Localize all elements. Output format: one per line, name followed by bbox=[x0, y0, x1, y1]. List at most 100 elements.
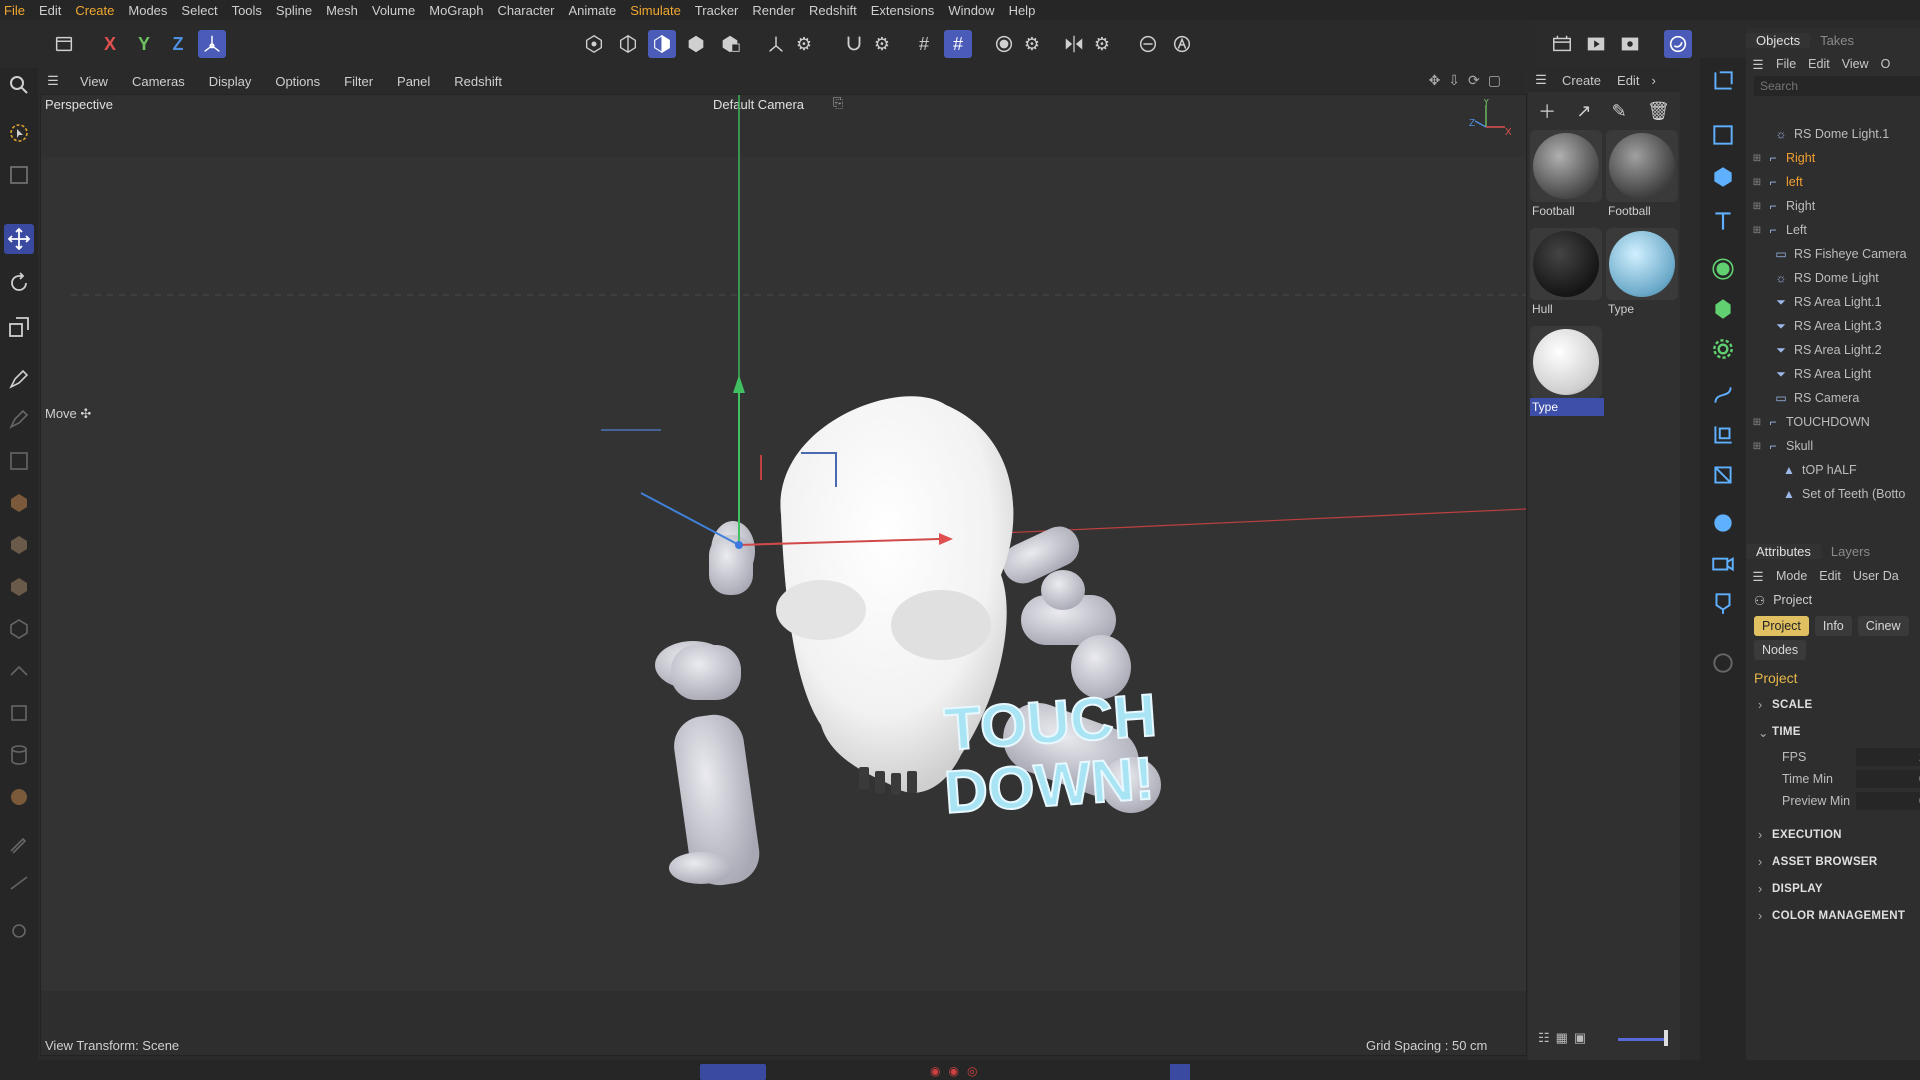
menu-modes[interactable]: Modes bbox=[124, 3, 177, 18]
field-preview-min-input[interactable]: 0 bbox=[1856, 792, 1920, 810]
apply-material-icon[interactable]: ↗ bbox=[1576, 101, 1591, 122]
attribute-menu-mode[interactable]: Mode bbox=[1770, 569, 1813, 583]
brush-icon[interactable] bbox=[4, 828, 34, 858]
expand-toggle-icon[interactable]: ⊞ bbox=[1750, 225, 1764, 236]
snap-tool-icon[interactable] bbox=[4, 916, 34, 946]
menu-animate[interactable]: Animate bbox=[565, 3, 627, 18]
menu-render[interactable]: Render bbox=[748, 3, 805, 18]
menu-mesh[interactable]: Mesh bbox=[322, 3, 368, 18]
cube-object-icon[interactable] bbox=[1708, 162, 1738, 192]
object-row[interactable]: ▲ tOP hALF bbox=[1746, 458, 1920, 482]
soft-selection-icon[interactable] bbox=[990, 30, 1018, 58]
subdivision-icon[interactable] bbox=[4, 530, 34, 560]
field-fps-input[interactable]: 2 bbox=[1856, 748, 1920, 766]
undo-history-icon[interactable] bbox=[50, 30, 78, 58]
viewport-navigation-icons[interactable]: ✥⇩⟳▢ bbox=[1429, 72, 1509, 89]
rotate-tool-icon[interactable] bbox=[4, 268, 34, 298]
expand-toggle-icon[interactable]: ⊞ bbox=[1750, 201, 1764, 212]
deformer-icon[interactable] bbox=[4, 698, 34, 728]
object-row[interactable]: ⏷ RS Area Light.1 bbox=[1746, 290, 1920, 314]
menu-simulate[interactable]: Simulate bbox=[626, 3, 691, 18]
object-row[interactable]: ⏷ RS Area Light.2 bbox=[1746, 338, 1920, 362]
render-region-icon[interactable] bbox=[1548, 30, 1576, 58]
section-execution[interactable]: › EXECUTION bbox=[1746, 823, 1920, 847]
menu-character[interactable]: Character bbox=[493, 3, 564, 18]
viewport-menu-redshift[interactable]: Redshift bbox=[442, 74, 514, 89]
redshift-render-view-icon[interactable] bbox=[1664, 30, 1692, 58]
record-keys-icons[interactable]: ◉◉◎ bbox=[930, 1064, 985, 1078]
menu-window[interactable]: Window bbox=[944, 3, 1004, 18]
object-row[interactable]: ▲ Set of Teeth (Botto bbox=[1746, 482, 1920, 506]
workplane-grid-icon[interactable]: # bbox=[944, 30, 972, 58]
scale-tool-icon[interactable] bbox=[4, 312, 34, 342]
symmetry-icon[interactable] bbox=[1060, 30, 1088, 58]
object-row[interactable]: ⊞ ⌐ Left bbox=[1746, 218, 1920, 242]
viewport-menu-view[interactable]: View bbox=[68, 74, 120, 89]
points-mode-icon[interactable] bbox=[580, 30, 608, 58]
section-scale[interactable]: › SCALE bbox=[1746, 693, 1920, 717]
text-object-icon[interactable] bbox=[1708, 206, 1738, 236]
edges-mode-icon[interactable] bbox=[614, 30, 642, 58]
material-swatch-football-1[interactable]: Football bbox=[1530, 130, 1604, 220]
object-hamburger-icon[interactable]: ☰ bbox=[1746, 57, 1770, 72]
live-selection-icon[interactable] bbox=[4, 118, 34, 148]
polygon-pen-icon[interactable] bbox=[4, 446, 34, 476]
tab-layers[interactable]: Layers bbox=[1821, 544, 1880, 559]
sculpt-icon[interactable] bbox=[4, 782, 34, 812]
section-color-management[interactable]: › COLOR MANAGEMENT bbox=[1746, 904, 1920, 928]
material-zoom-handle[interactable] bbox=[1664, 1030, 1668, 1046]
object-search-input[interactable] bbox=[1754, 76, 1920, 96]
playback-range-indicator[interactable] bbox=[700, 1064, 766, 1080]
menu-extensions[interactable]: Extensions bbox=[867, 3, 945, 18]
object-row[interactable]: ⊞ ⌐ Skull bbox=[1746, 434, 1920, 458]
lock-workplane-icon[interactable] bbox=[1134, 30, 1162, 58]
menu-spline[interactable]: Spline bbox=[272, 3, 322, 18]
cloner-icon[interactable] bbox=[1708, 254, 1738, 284]
material-zoom-slider[interactable] bbox=[1618, 1038, 1668, 1041]
snap-magnet-icon[interactable] bbox=[840, 30, 868, 58]
expand-toggle-icon[interactable]: ⊞ bbox=[1750, 153, 1764, 164]
object-row[interactable]: ⏷ RS Area Light bbox=[1746, 362, 1920, 386]
attribute-hamburger-icon[interactable]: ☰ bbox=[1746, 569, 1770, 584]
object-menu-edit[interactable]: Edit bbox=[1802, 57, 1836, 71]
light-object-icon[interactable] bbox=[1708, 588, 1738, 618]
mograph-effector-icon[interactable] bbox=[1708, 294, 1738, 324]
axis-y-lock-button[interactable]: Y bbox=[130, 30, 158, 58]
object-row[interactable]: ⊞ ⌐ TOUCHDOWN bbox=[1746, 410, 1920, 434]
menu-tools[interactable]: Tools bbox=[228, 3, 272, 18]
expand-toggle-icon[interactable]: ⊞ bbox=[1750, 177, 1764, 188]
expand-toggle-icon[interactable]: ⊞ bbox=[1750, 441, 1764, 452]
material-swatch-type-white[interactable]: Type bbox=[1530, 326, 1604, 416]
polygons-mode-icon[interactable] bbox=[648, 30, 676, 58]
camera-object-icon[interactable] bbox=[1708, 548, 1738, 578]
object-row[interactable]: ▭ RS Fisheye Camera bbox=[1746, 242, 1920, 266]
spline-square-icon[interactable] bbox=[1708, 120, 1738, 150]
menu-mograph[interactable]: MoGraph bbox=[425, 3, 493, 18]
axis-mode-icon[interactable] bbox=[762, 30, 790, 58]
cube-primitive-icon[interactable] bbox=[4, 488, 34, 518]
menu-create[interactable]: Create bbox=[71, 3, 124, 18]
object-menu-more[interactable]: O bbox=[1875, 57, 1897, 71]
texture-mode-icon[interactable] bbox=[716, 30, 744, 58]
object-row[interactable]: ⊞ ⌐ Right bbox=[1746, 146, 1920, 170]
material-hamburger-icon[interactable]: ☰ bbox=[1528, 72, 1554, 88]
axis-z-lock-button[interactable]: Z bbox=[164, 30, 192, 58]
autokey-indicator[interactable] bbox=[1170, 1064, 1190, 1080]
eyedropper-icon[interactable]: ✎ bbox=[1612, 101, 1627, 122]
menu-tracker[interactable]: Tracker bbox=[691, 3, 749, 18]
snap-settings-gear-icon[interactable]: ⚙ bbox=[868, 30, 896, 58]
object-row[interactable]: ☼ RS Dome Light.1 bbox=[1746, 122, 1920, 146]
chip-info[interactable]: Info bbox=[1814, 616, 1852, 636]
search-icon[interactable] bbox=[4, 70, 34, 100]
sketch-tool-icon[interactable] bbox=[4, 404, 34, 434]
object-row[interactable]: ⊞ ⌐ left bbox=[1746, 170, 1920, 194]
chevron-right-icon[interactable]: › bbox=[1647, 73, 1659, 88]
expand-toggle-icon[interactable]: ⊞ bbox=[1750, 417, 1764, 428]
environment-icon[interactable] bbox=[1708, 508, 1738, 538]
material-swatch-football-2[interactable]: Football bbox=[1606, 130, 1680, 220]
hamburger-icon[interactable]: ☰ bbox=[38, 73, 68, 89]
object-row[interactable]: ▭ RS Camera bbox=[1746, 386, 1920, 410]
menu-redshift[interactable]: Redshift bbox=[805, 3, 867, 18]
menu-edit[interactable]: Edit bbox=[35, 3, 71, 18]
move-tool-icon[interactable] bbox=[4, 224, 34, 254]
